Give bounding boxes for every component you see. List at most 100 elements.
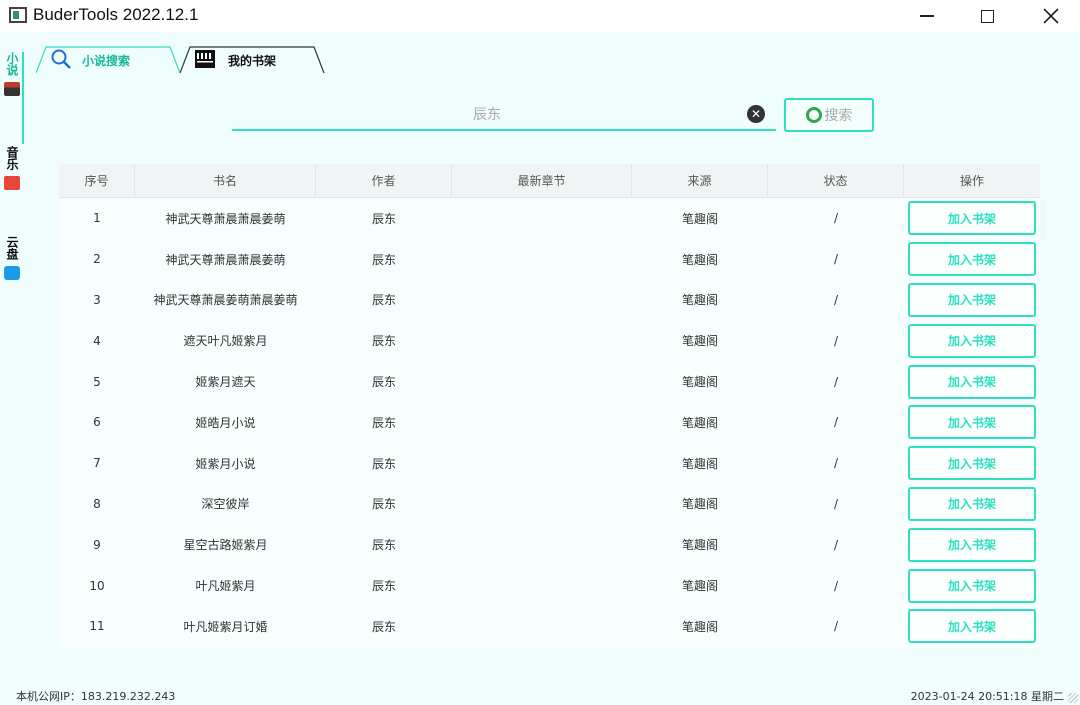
column-header-title[interactable]: 书名 — [135, 164, 316, 197]
cell-title: 神武天尊萧晨姜萌萧晨姜萌 — [153, 293, 298, 308]
cell-author: 辰东 — [371, 415, 396, 430]
add-to-bookshelf-button[interactable]: 加入书架 — [908, 242, 1036, 277]
cell-status: / — [833, 252, 839, 267]
table-row[interactable]: 3 神武天尊萧晨姜萌萧晨姜萌 辰东 笔趣阁 / 加入书架 — [59, 279, 1040, 321]
sidebar-item-music[interactable]: 音乐 — [0, 146, 24, 190]
cell-title: 遮天叶凡姬紫月 — [183, 334, 268, 349]
cell-latest-chapter — [452, 361, 632, 402]
close-button[interactable] — [1028, 0, 1074, 32]
maximize-button[interactable] — [964, 0, 1010, 32]
cell-action: 加入书架 — [904, 443, 1040, 484]
search-icon — [51, 49, 71, 69]
cell-no: 10 — [89, 578, 105, 593]
add-to-bookshelf-button[interactable]: 加入书架 — [908, 405, 1036, 440]
table-header: 序号 书名 作者 最新章节 来源 状态 操作 — [59, 164, 1040, 198]
search-bar: ✕ — [232, 100, 776, 131]
cell-no: 1 — [93, 211, 101, 226]
cell-no: 6 — [93, 415, 101, 430]
close-icon — [1043, 8, 1059, 24]
cell-action: 加入书架 — [904, 565, 1040, 606]
cell-no: 4 — [93, 333, 101, 348]
cell-no: 11 — [89, 619, 105, 634]
cell-no: 2 — [93, 252, 101, 267]
cell-status: / — [833, 578, 839, 593]
cell-action: 加入书架 — [904, 361, 1040, 402]
cell-title: 姬皓月小说 — [195, 415, 256, 430]
sidebar-item-cloud[interactable]: 云盘 — [0, 236, 24, 280]
cell-action: 加入书架 — [904, 606, 1040, 647]
column-header-latest-chapter[interactable]: 最新章节 — [452, 164, 632, 197]
cell-no: 9 — [93, 537, 101, 552]
cell-author: 辰东 — [371, 456, 396, 471]
table-row[interactable]: 11 叶凡姬紫月订婚 辰东 笔趣阁 / 加入书架 — [59, 605, 1040, 647]
cell-source: 笔趣阁 — [681, 619, 718, 634]
table-row[interactable]: 10 叶凡姬紫月 辰东 笔趣阁 / 加入书架 — [59, 565, 1040, 606]
search-button-label: 搜索 — [824, 108, 853, 124]
left-sidebar: 小说 音乐 云盘 — [0, 32, 24, 672]
add-to-bookshelf-button[interactable]: 加入书架 — [908, 609, 1036, 644]
tab-label: 小说搜索 — [82, 54, 131, 68]
cell-title: 叶凡姬紫月订婚 — [183, 619, 268, 634]
cell-source: 笔趣阁 — [681, 211, 718, 226]
table-row[interactable]: 6 姬皓月小说 辰东 笔趣阁 / 加入书架 — [59, 401, 1040, 443]
cell-latest-chapter — [452, 402, 632, 443]
cell-status: / — [833, 374, 839, 389]
column-header-status[interactable]: 状态 — [768, 164, 904, 197]
add-to-bookshelf-button[interactable]: 加入书架 — [908, 364, 1036, 399]
add-to-bookshelf-button[interactable]: 加入书架 — [908, 446, 1036, 481]
table-row[interactable]: 2 神武天尊萧晨萧晨姜萌 辰东 笔趣阁 / 加入书架 — [59, 238, 1040, 280]
cell-author: 辰东 — [371, 619, 396, 634]
cell-status: / — [833, 456, 839, 471]
resize-grip[interactable] — [1068, 693, 1078, 703]
add-to-bookshelf-button[interactable]: 加入书架 — [908, 201, 1036, 236]
column-header-no[interactable]: 序号 — [59, 164, 135, 197]
column-header-source[interactable]: 来源 — [632, 164, 768, 197]
cell-status: / — [833, 333, 839, 348]
search-button[interactable]: 搜索 — [784, 98, 874, 132]
table-row[interactable]: 8 深空彼岸 辰东 笔趣阁 / 加入书架 — [59, 483, 1040, 525]
cell-action: 加入书架 — [904, 320, 1040, 361]
cell-source: 笔趣阁 — [681, 252, 718, 267]
cell-status: / — [833, 496, 839, 511]
cell-latest-chapter — [452, 565, 632, 606]
cell-source: 笔趣阁 — [681, 334, 718, 349]
cell-author: 辰东 — [371, 334, 396, 349]
column-header-action[interactable]: 操作 — [904, 164, 1040, 197]
add-to-bookshelf-button[interactable]: 加入书架 — [908, 323, 1036, 358]
clear-search-icon[interactable]: ✕ — [747, 105, 765, 123]
search-input[interactable] — [232, 100, 742, 129]
table-row[interactable]: 4 遮天叶凡姬紫月 辰东 笔趣阁 / 加入书架 — [59, 320, 1040, 362]
table-body: 1 神武天尊萧晨萧晨姜萌 辰东 笔趣阁 / 加入书架 2 神武天尊萧晨萧晨姜萌 辰东 笔趣阁 / 加入… — [59, 198, 1040, 647]
table-row[interactable]: 1 神武天尊萧晨萧晨姜萌 辰东 笔趣阁 / 加入书架 — [59, 198, 1040, 239]
tab-bookshelf[interactable]: 我的书架 — [180, 46, 328, 74]
add-to-bookshelf-button[interactable]: 加入书架 — [908, 568, 1036, 603]
cell-no: 3 — [93, 292, 101, 307]
sidebar-item-novel[interactable]: 小说 — [0, 52, 24, 144]
cell-no: 5 — [93, 374, 101, 389]
column-header-author[interactable]: 作者 — [316, 164, 452, 197]
app-icon — [9, 7, 27, 23]
tab-novel-search[interactable]: 小说搜索 — [36, 46, 184, 74]
cell-status: / — [833, 619, 839, 634]
cloud-drive-icon — [4, 266, 20, 280]
add-to-bookshelf-button[interactable]: 加入书架 — [908, 282, 1036, 317]
cell-author: 辰东 — [371, 375, 396, 390]
cell-latest-chapter — [452, 524, 632, 565]
table-row[interactable]: 9 星空古路姬紫月 辰东 笔趣阁 / 加入书架 — [59, 524, 1040, 566]
cell-title: 神武天尊萧晨萧晨姜萌 — [165, 252, 286, 267]
cell-action: 加入书架 — [904, 524, 1040, 565]
cell-author: 辰东 — [371, 538, 396, 553]
table-scrollbar[interactable] — [1040, 200, 1046, 240]
cell-latest-chapter — [452, 320, 632, 361]
cell-status: / — [833, 211, 839, 226]
cell-title: 姬紫月遮天 — [195, 375, 256, 390]
cell-source: 笔趣阁 — [681, 497, 718, 512]
add-to-bookshelf-button[interactable]: 加入书架 — [908, 486, 1036, 521]
table-row[interactable]: 5 姬紫月遮天 辰东 笔趣阁 / 加入书架 — [59, 361, 1040, 402]
cell-source: 笔趣阁 — [681, 456, 718, 471]
results-table: 序号 书名 作者 最新章节 来源 状态 操作 1 神武天尊萧晨萧晨姜萌 辰东 笔趣阁 /… — [59, 164, 1040, 647]
table-row[interactable]: 7 姬紫月小说 辰东 笔趣阁 / 加入书架 — [59, 442, 1040, 484]
minimize-button[interactable] — [904, 0, 950, 32]
add-to-bookshelf-button[interactable]: 加入书架 — [908, 527, 1036, 562]
maximize-icon — [980, 9, 994, 23]
